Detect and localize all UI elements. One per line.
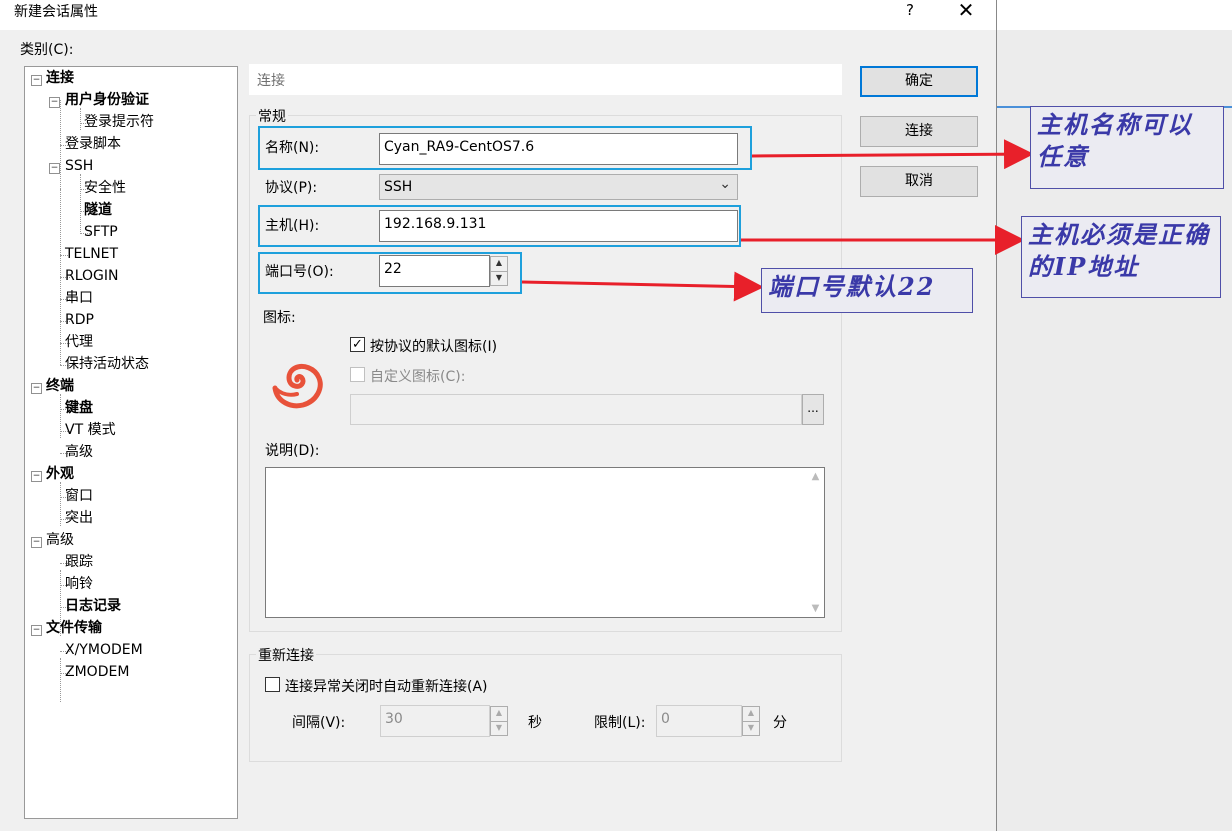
port-arrow: [521, 271, 764, 302]
port-note: 端口号默认22: [761, 268, 973, 313]
host-name-note: 主机名称可以任意: [1030, 106, 1224, 189]
name-arrow: [751, 139, 1034, 170]
host-note: 主机必须是正确的IP地址: [1021, 216, 1221, 298]
